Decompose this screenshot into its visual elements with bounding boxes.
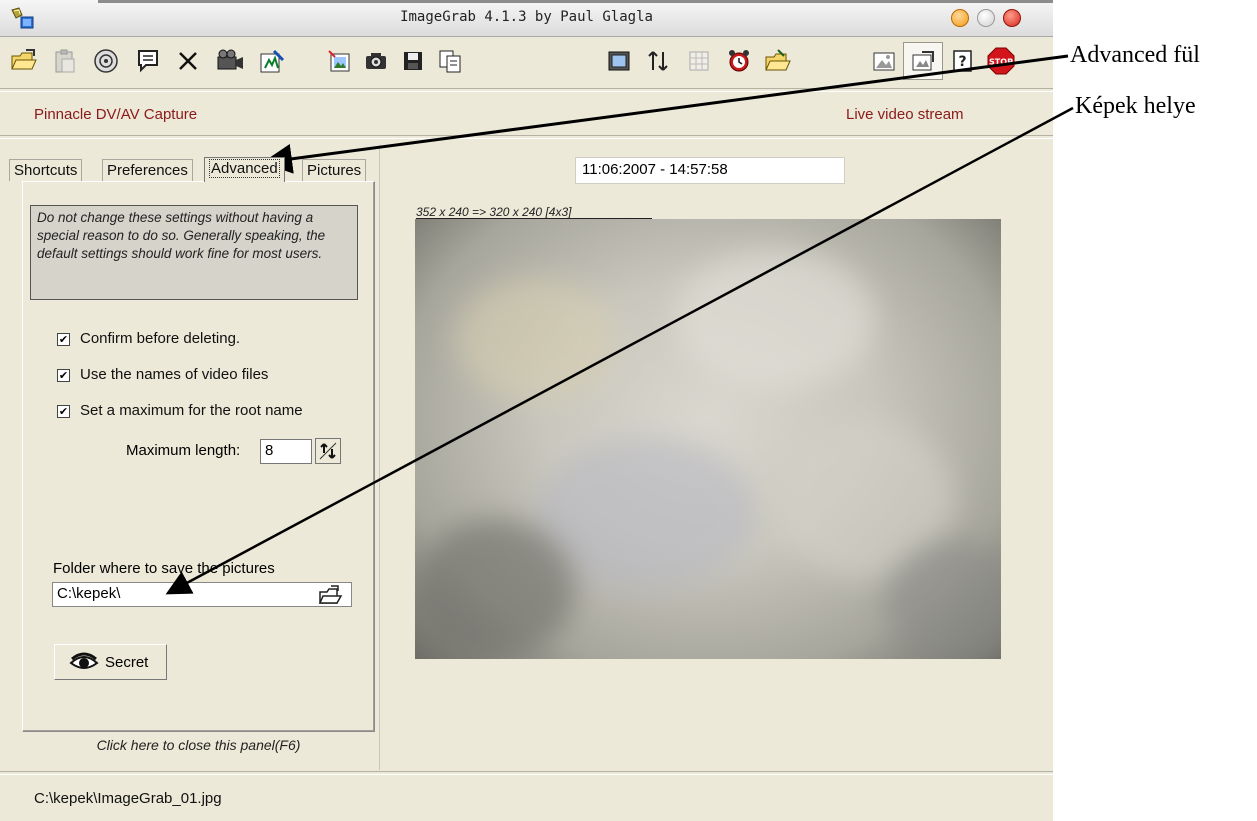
alarm-clock-icon[interactable] [719,42,759,80]
stream-status: Live video stream [846,106,964,123]
tab-pictures-label: Pictures [307,162,362,179]
resolution-info: 352 x 240 => 320 x 240 [4x3] [416,205,572,219]
display-icon[interactable] [599,42,639,80]
edit-icon[interactable] [252,42,292,80]
folder-open-icon [318,584,343,604]
open-folder-icon[interactable] [4,42,44,80]
save-icon[interactable] [393,42,433,80]
title-bar: ImageGrab 4.1.3 by Paul Glagla [0,0,1053,37]
save-folder-field[interactable]: C:\kepek\ [52,582,352,607]
status-bar-path: C:\kepek\ImageGrab_01.jpg [34,790,222,807]
tab-shortcuts-label: Shortcuts [14,162,78,179]
max-root-name-label: Set a maximum for the root name [80,402,303,419]
import-picture-icon[interactable] [320,42,360,80]
tab-preferences-label: Preferences [107,162,188,179]
annotation-advanced-tab: Advanced fül [1070,42,1200,68]
help-icon[interactable]: ? [943,42,983,80]
open-output-folder-icon[interactable] [758,42,798,80]
tab-pictures[interactable]: Pictures [302,159,367,181]
video-camera-icon[interactable] [210,42,250,80]
max-length-label: Maximum length: [126,442,241,459]
use-video-names-label: Use the names of video files [80,366,269,383]
options-icon[interactable] [903,42,943,80]
grid-icon[interactable] [679,42,719,80]
copy-icon[interactable] [430,42,470,80]
eye-icon [69,652,99,669]
minimize-button[interactable] [951,9,969,27]
adjust-icon[interactable] [638,42,678,80]
comment-icon[interactable] [128,42,168,80]
browse-folder-button[interactable] [311,584,349,605]
paste-icon[interactable] [45,42,85,80]
toolbar: ? STOP [0,37,1053,87]
max-length-field[interactable]: 8 [260,439,312,464]
window-title: ImageGrab 4.1.3 by Paul Glagla [400,9,653,25]
app-window: ImageGrab 4.1.3 by Paul Glagla ? STOP Pi… [0,0,1053,821]
stop-icon[interactable]: STOP [981,42,1021,80]
maximize-button[interactable] [977,9,995,27]
confirm-delete-label: Confirm before deleting. [80,330,241,347]
svg-text:?: ? [958,54,966,70]
tab-preferences[interactable]: Preferences [102,159,193,181]
max-root-name-checkbox[interactable]: ✔ [57,405,70,418]
secret-button[interactable]: Secret [54,644,167,680]
delete-icon[interactable] [168,42,208,80]
warning-note: Do not change these settings without hav… [30,205,358,300]
capture-device-name: Pinnacle DV/AV Capture [34,106,198,123]
confirm-delete-checkbox[interactable]: ✔ [57,333,70,346]
stop-icon-label: STOP [989,58,1013,67]
close-button[interactable] [1003,9,1021,27]
cd-icon[interactable] [86,42,126,80]
tab-advanced-label: Advanced [209,159,280,178]
picture-icon[interactable] [864,42,904,80]
close-panel-link[interactable]: Click here to close this panel(F6) [22,737,375,753]
use-video-names-checkbox[interactable]: ✔ [57,369,70,382]
timestamp-field: 11:06:2007 - 14:57:58 [575,157,845,184]
video-preview[interactable] [415,219,1001,659]
tab-advanced[interactable]: Advanced [204,157,285,182]
spinner-arrows-icon [319,442,337,460]
max-length-spinner[interactable] [315,438,341,464]
folder-label: Folder where to save the pictures [53,560,275,577]
advanced-panel: Do not change these settings without hav… [22,181,375,732]
tab-shortcuts[interactable]: Shortcuts [9,159,83,181]
secret-button-label: Secret [105,653,149,671]
annotation-pictures-folder: Képek helye [1075,93,1196,119]
camera-icon[interactable] [356,42,396,80]
